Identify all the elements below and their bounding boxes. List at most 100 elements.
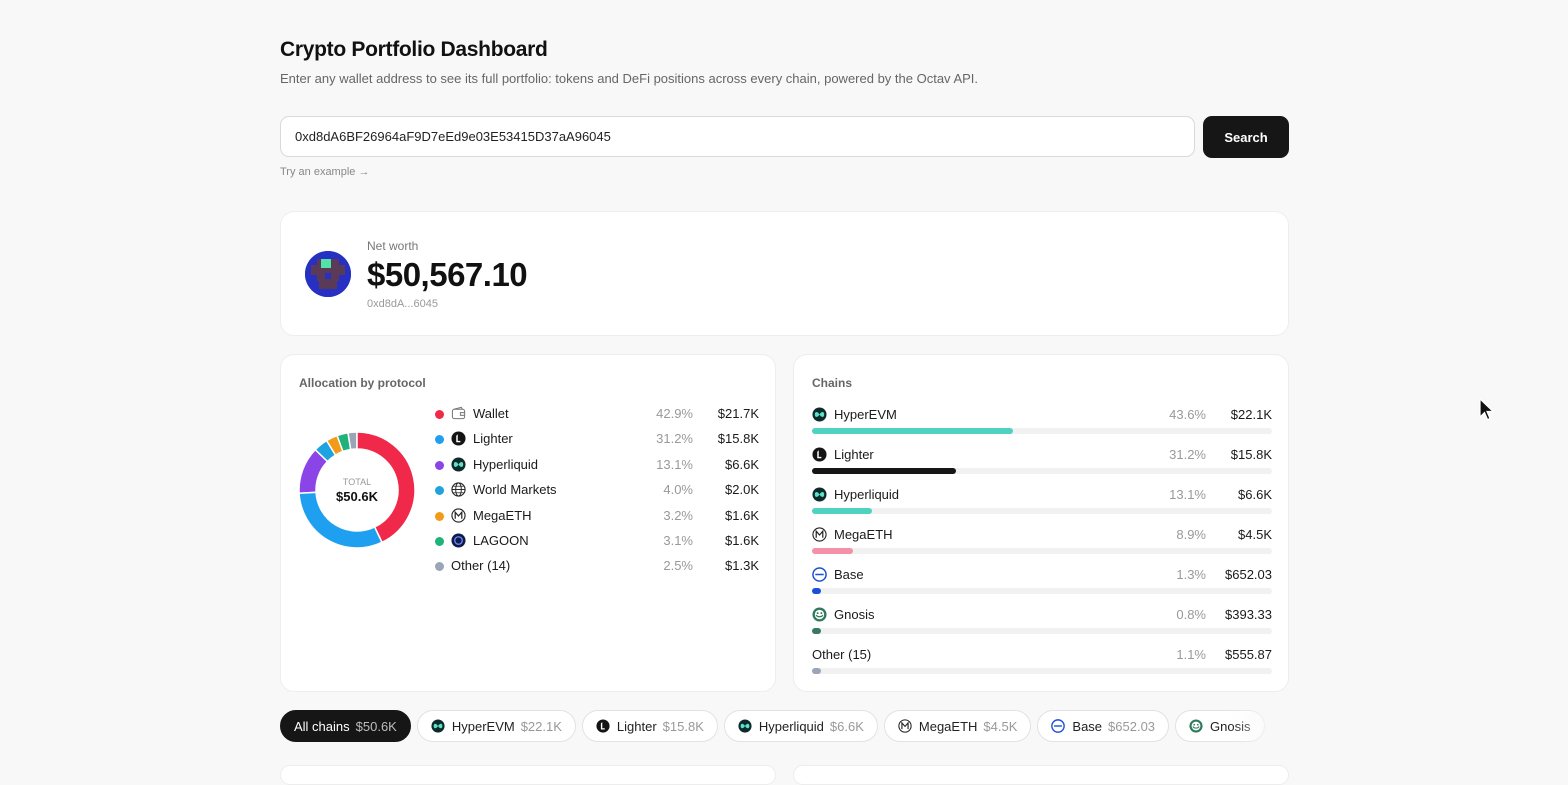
chain-filter-pill[interactable]: MegaETH $4.5K [883,710,1032,742]
chain-bar-fill [812,588,821,594]
chain-percent: 0.8% [1176,607,1206,622]
wallet-icon [451,406,466,421]
donut-total-value: $50.6K [336,489,379,504]
lagoon-icon [451,533,466,548]
chain-value: $652.03 [1225,567,1272,582]
gnosis-icon [1189,713,1203,733]
chain-percent: 8.9% [1176,527,1206,542]
search-button[interactable]: Search [1203,116,1289,158]
chain-percent: 13.1% [1169,487,1206,502]
donut-slice[interactable] [356,431,416,544]
donut-total-label: TOTAL [343,477,371,487]
legend-item-value: $6.6K [725,456,759,472]
chain-row[interactable]: Lighter 31.2% $15.8K [812,445,1272,485]
net-worth-card: Net worth $50,567.10 0xd8dA...6045 [280,211,1289,336]
legend-item-value: $2.0K [725,482,759,498]
legend-item[interactable]: Lighter 31.2% $15.8K [435,428,759,453]
chain-percent: 31.2% [1169,447,1206,462]
chain-row[interactable]: HyperEVM 43.6% $22.1K [812,405,1272,445]
legend-item-percent: 4.0% [663,482,693,498]
chain-bar-fill [812,668,821,674]
chain-name: MegaETH [834,527,893,542]
allocation-legend: Wallet 42.9% $21.7K Lighter 31.2% $15.8K Hyper… [435,403,759,581]
page-title: Crypto Portfolio Dashboard [280,38,548,61]
chain-filter-pill[interactable]: All chains $50.6K [280,710,411,742]
lighter-icon [812,447,827,462]
chain-value: $22.1K [1230,407,1272,422]
lighter-icon [596,713,610,733]
pill-value: $15.8K [662,719,704,734]
hyperevm-icon [812,407,827,422]
chain-name: Hyperliquid [834,487,900,502]
chain-row[interactable]: MegaETH 8.9% $4.5K [812,525,1272,565]
legend-item-value: $1.6K [725,507,759,523]
megaeth-icon [812,527,827,542]
legend-item[interactable]: Wallet 42.9% $21.7K [435,403,759,428]
filter-bar-fade [1229,710,1289,744]
chain-row[interactable]: Hyperliquid 13.1% $6.6K [812,485,1272,525]
pill-value: $4.5K [983,719,1018,734]
legend-color-dot [435,562,444,572]
hyperevm-icon [431,713,445,733]
base-icon [1051,713,1066,733]
chain-bar-track [812,508,1272,514]
legend-color-dot [435,410,444,419]
chain-value: $15.8K [1230,447,1272,462]
chain-bar-track [812,668,1272,674]
chain-bar-fill [812,468,956,474]
chain-bar-fill [812,508,872,514]
legend-color-dot [435,511,444,521]
legend-item-value: $21.7K [717,406,759,421]
legend-item-name: World Markets [473,482,557,498]
legend-item[interactable]: Hyperliquid 13.1% $6.6K [435,454,759,479]
legend-item-value: $15.8K [717,431,759,447]
chain-value: $6.6K [1238,487,1272,502]
chain-filter-pill[interactable]: Base $652.03 [1037,710,1170,742]
chain-row[interactable]: Base 1.3% $652.03 [812,565,1272,605]
chain-bar-track [812,588,1272,594]
legend-item-percent: 31.2% [656,431,693,447]
lower-card-left [280,765,776,785]
mouse-cursor-icon [1479,398,1495,421]
chain-row[interactable]: Other (15) 1.1% $555.87 [812,645,1272,685]
try-example-link[interactable]: Try an example → [280,166,369,178]
pill-value: $6.6K [829,719,864,734]
chain-bar-fill [812,428,1013,434]
pill-label: Hyperliquid [758,719,824,734]
legend-item-value: $1.6K [725,532,759,548]
legend-item-name: Hyperliquid [473,456,539,472]
legend-item-value: $1.3K [725,558,759,574]
net-worth-value: $50,567.10 [367,256,528,293]
chain-bar-fill [812,628,821,634]
chain-bar-track [812,548,1272,554]
chain-value: $555.87 [1225,647,1272,662]
wallet-address-short: 0xd8dA...6045 [367,298,438,310]
pill-label: HyperEVM [451,719,515,734]
chain-filter-pill[interactable]: Lighter $15.8K [581,710,718,742]
chain-filter-pill[interactable]: HyperEVM $22.1K [416,710,576,742]
chains-title: Chains [812,376,853,390]
chains-card: Chains HyperEVM 43.6% $22.1K Lighter 31.2% $1… [793,354,1289,692]
hyperliquid-icon [812,487,827,502]
legend-item-name: Wallet [473,406,509,421]
legend-item[interactable]: MegaETH 3.2% $1.6K [435,505,759,530]
legend-color-dot [435,460,444,470]
legend-item-percent: 13.1% [656,456,693,472]
wallet-address-input[interactable] [280,116,1195,157]
hyperliquid-icon [451,457,466,472]
chain-name: HyperEVM [834,407,897,422]
chain-filter-pill[interactable]: Hyperliquid $6.6K [723,710,878,742]
chain-bar-track [812,628,1272,634]
legend-item[interactable]: LAGOON 3.1% $1.6K [435,530,759,555]
chain-value: $393.33 [1225,607,1272,622]
pill-label: All chains [294,719,350,734]
legend-item-percent: 42.9% [656,406,693,421]
allocation-card: Allocation by protocol TOTAL $50.6K Wall… [280,354,776,692]
legend-item[interactable]: World Markets 4.0% $2.0K [435,479,759,504]
legend-color-dot [435,536,444,546]
chain-value: $4.5K [1238,527,1272,542]
chain-row[interactable]: Gnosis 0.8% $393.33 [812,605,1272,645]
legend-item[interactable]: Other (14) 2.5% $1.3K [435,555,759,580]
page-subtitle: Enter any wallet address to see its full… [280,71,979,86]
chain-filter-bar: All chains $50.6K HyperEVM $22.1K Lighter $15… [280,710,1289,744]
